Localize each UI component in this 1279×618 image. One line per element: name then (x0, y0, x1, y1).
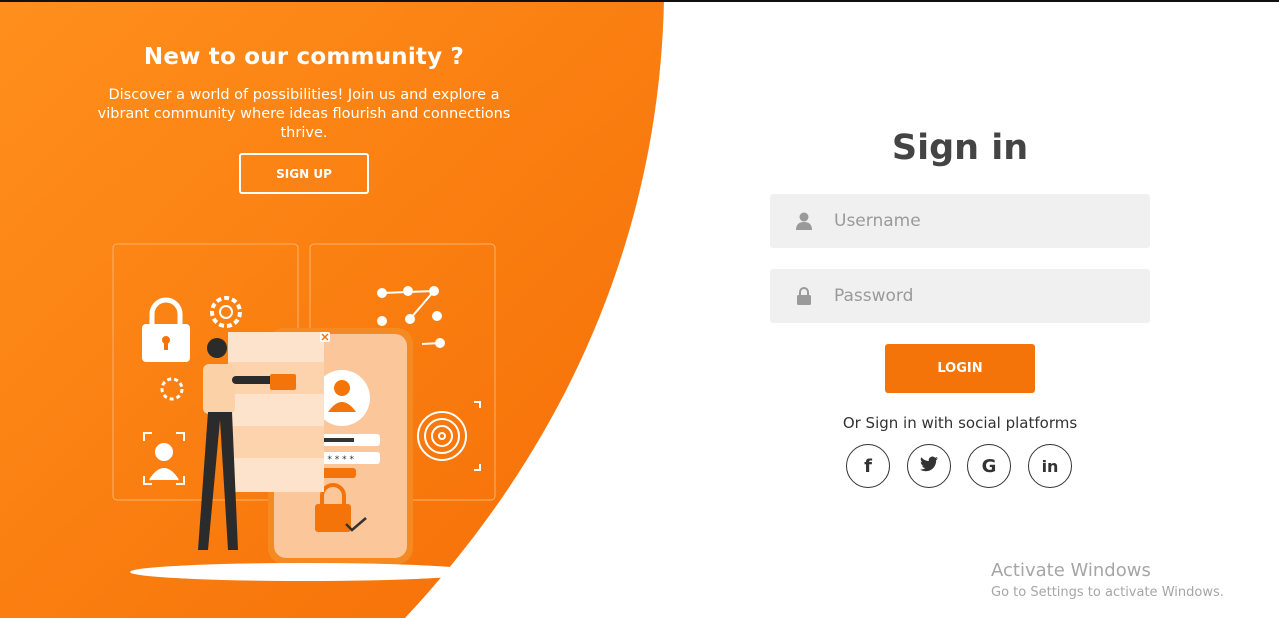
username-field[interactable] (770, 193, 1150, 249)
linkedin-button[interactable]: in (1028, 444, 1072, 488)
facebook-button[interactable]: f (846, 444, 890, 488)
promo-title: New to our community ? (143, 44, 465, 70)
promo-description: Discover a world of possibilities! Join … (97, 87, 511, 141)
gear-icon (210, 296, 242, 328)
twitter-button[interactable] (907, 444, 951, 488)
top-border (0, 0, 1279, 2)
twitter-icon (920, 456, 938, 476)
password-input[interactable] (832, 268, 1150, 324)
face-scan-icon (143, 432, 185, 485)
login-button[interactable]: LOGIN (885, 344, 1035, 393)
security-illustration: * * * * * (112, 243, 496, 581)
username-input[interactable] (832, 193, 1150, 249)
google-icon: G (981, 455, 997, 477)
facebook-icon: f (864, 455, 872, 477)
signup-button[interactable]: SIGN UP (239, 153, 369, 194)
user-icon (794, 211, 814, 231)
svg-text:* * * * *: * * * * * (320, 455, 354, 465)
activate-windows-subtitle: Go to Settings to activate Windows. (991, 585, 1224, 600)
lock-icon (794, 286, 814, 306)
password-field[interactable] (770, 268, 1150, 324)
signin-title: Sign in (891, 128, 1029, 168)
google-button[interactable]: G (967, 444, 1011, 488)
linkedin-icon: in (1041, 456, 1059, 476)
activate-windows-title: Activate Windows (991, 560, 1151, 581)
lock-icon (142, 297, 190, 362)
login-screen-panel (228, 332, 330, 492)
gear-small-icon (160, 377, 184, 401)
social-signin-text: Or Sign in with social platforms (842, 414, 1078, 432)
fingerprint-icon (403, 401, 481, 471)
